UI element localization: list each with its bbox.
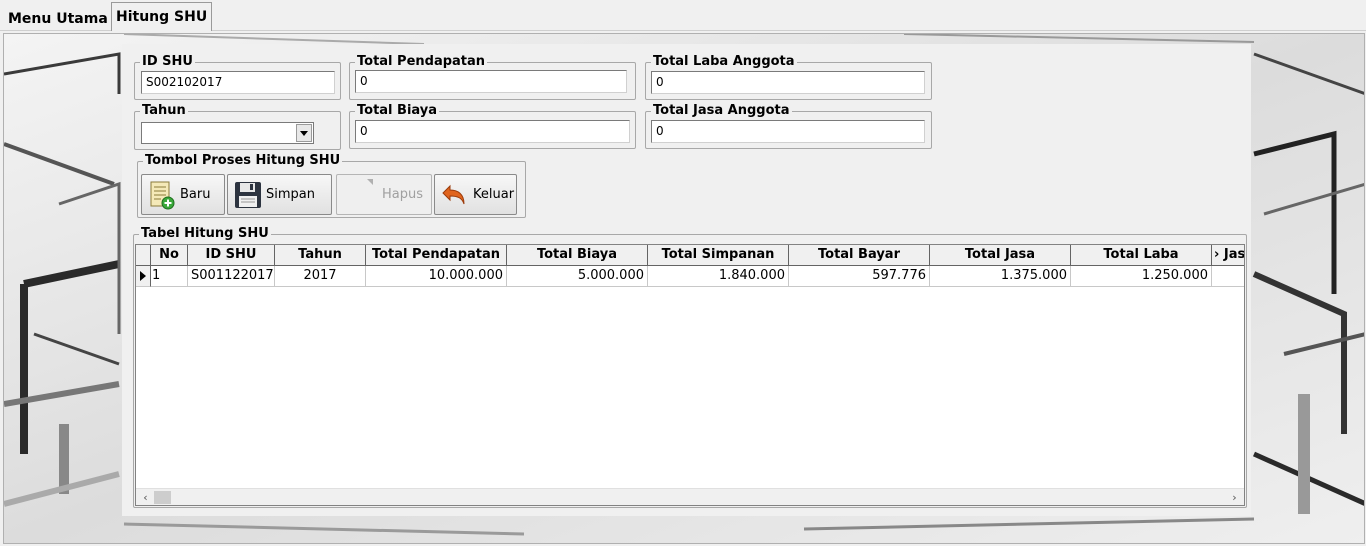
- tahun-label: Tahun: [140, 103, 188, 118]
- total-jasa-anggota-group: Total Jasa Anggota 0: [645, 103, 932, 149]
- delete-icon: [365, 177, 375, 187]
- hapus-label: Hapus: [381, 187, 423, 202]
- column-header-total-jasa[interactable]: Total Jasa: [930, 245, 1071, 266]
- column-header-tahun[interactable]: Tahun: [275, 245, 366, 266]
- total-pendapatan-field[interactable]: 0: [355, 70, 627, 93]
- tombol-proses-label: Tombol Proses Hitung SHU: [143, 153, 343, 168]
- total-biaya-field[interactable]: 0: [355, 120, 630, 143]
- row-header-corner: [136, 245, 151, 266]
- cell-total-laba[interactable]: 1.250.000: [1071, 266, 1212, 287]
- tab-bar: Menu Utama Hitung SHU: [0, 0, 1366, 31]
- total-pendapatan-group: Total Pendapatan 0: [349, 54, 636, 100]
- simpan-label: Simpan: [266, 187, 315, 202]
- tahun-select[interactable]: [141, 122, 314, 144]
- cell-total-simpanan[interactable]: 1.840.000: [648, 266, 789, 287]
- column-header-total-bayar[interactable]: Total Bayar: [789, 245, 930, 266]
- hapus-button[interactable]: Hapus: [336, 174, 432, 215]
- simpan-button[interactable]: Simpan: [227, 174, 332, 215]
- cell-total-biaya[interactable]: 5.000.000: [507, 266, 648, 287]
- exit-arrow-icon: [439, 179, 471, 211]
- cell-total-jasa[interactable]: 1.375.000: [930, 266, 1071, 287]
- column-header-no[interactable]: No: [151, 245, 188, 266]
- cell-id-shu[interactable]: S001122017: [188, 266, 275, 287]
- cell-no[interactable]: 1: [151, 266, 188, 287]
- id-shu-label: ID SHU: [140, 54, 195, 69]
- cell-tahun[interactable]: 2017: [275, 266, 366, 287]
- total-jasa-anggota-label: Total Jasa Anggota: [651, 103, 792, 118]
- scroll-right-icon[interactable]: ›: [1226, 490, 1243, 505]
- column-header-total-biaya[interactable]: Total Biaya: [507, 245, 648, 266]
- total-laba-anggota-field[interactable]: 0: [651, 71, 925, 94]
- floppy-disk-icon: [232, 179, 264, 211]
- column-header-total-simpanan[interactable]: Total Simpanan: [648, 245, 789, 266]
- total-jasa-anggota-field[interactable]: 0: [651, 120, 925, 143]
- tombol-proses-group: Tombol Proses Hitung SHU Baru Simpan Hap…: [137, 153, 526, 218]
- table-row[interactable]: 1 S001122017 2017 10.000.000 5.000.000 1…: [136, 266, 1244, 287]
- baru-label: Baru: [180, 187, 211, 202]
- tahun-group: Tahun: [134, 103, 341, 150]
- total-pendapatan-label: Total Pendapatan: [355, 54, 488, 69]
- total-laba-anggota-label: Total Laba Anggota: [651, 54, 797, 69]
- cell-total-bayar[interactable]: 597.776: [789, 266, 930, 287]
- horizontal-scrollbar[interactable]: ‹ ›: [136, 488, 1244, 505]
- column-header-id-shu[interactable]: ID SHU: [188, 245, 275, 266]
- id-shu-field[interactable]: S002102017: [141, 71, 335, 94]
- scroll-thumb[interactable]: [154, 491, 171, 504]
- keluar-label: Keluar: [473, 187, 515, 202]
- chevron-down-icon[interactable]: [296, 124, 312, 142]
- cell-total-pendapatan[interactable]: 10.000.000: [366, 266, 507, 287]
- total-biaya-label: Total Biaya: [355, 103, 440, 118]
- new-document-icon: [146, 179, 178, 211]
- tab-menu-utama[interactable]: Menu Utama: [4, 7, 112, 33]
- tabel-hitung-shu-label: Tabel Hitung SHU: [139, 226, 271, 241]
- tab-hitung-shu[interactable]: Hitung SHU: [111, 2, 213, 31]
- column-header-total-laba[interactable]: Total Laba: [1071, 245, 1212, 266]
- baru-button[interactable]: Baru: [141, 174, 225, 215]
- total-laba-anggota-group: Total Laba Anggota 0: [645, 54, 932, 100]
- column-header-total-pendapatan[interactable]: Total Pendapatan: [366, 245, 507, 266]
- total-biaya-group: Total Biaya 0: [349, 103, 636, 149]
- column-header-jasa-partial[interactable]: › Jas: [1212, 245, 1244, 266]
- shu-data-grid[interactable]: No ID SHU Tahun Total Pendapatan Total B…: [135, 244, 1245, 506]
- id-shu-group: ID SHU S002102017: [134, 54, 341, 100]
- keluar-button[interactable]: Keluar: [434, 174, 517, 215]
- cell-jasa-partial[interactable]: [1212, 266, 1244, 287]
- current-row-indicator-icon: [136, 266, 151, 287]
- scroll-left-icon[interactable]: ‹: [137, 490, 154, 505]
- grid-header: No ID SHU Tahun Total Pendapatan Total B…: [136, 245, 1244, 266]
